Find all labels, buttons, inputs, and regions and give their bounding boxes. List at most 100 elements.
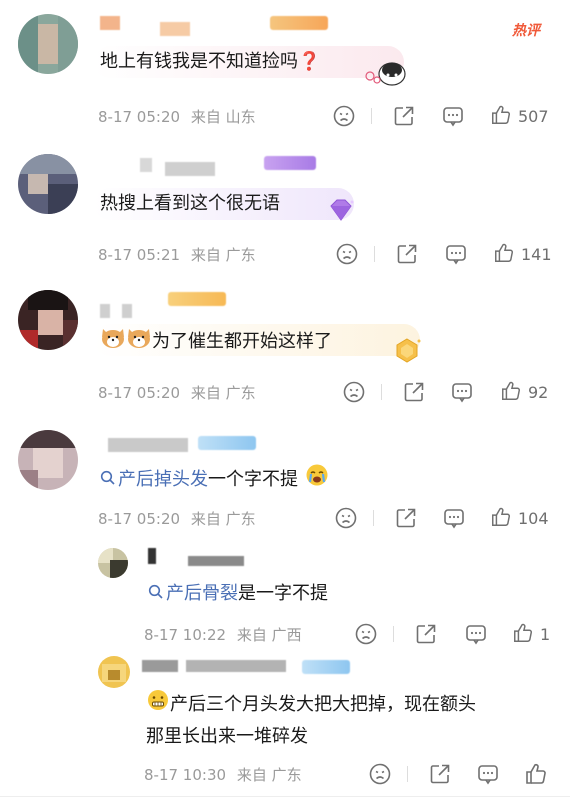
dislike-face-icon[interactable] <box>332 104 356 128</box>
search-icon <box>100 470 116 486</box>
comment-location: 来自 广东 <box>190 384 256 402</box>
thumbs-up-icon <box>490 506 512 528</box>
reply-text: 产后骨裂是一字不提 <box>148 579 328 609</box>
avatar[interactable] <box>18 154 78 214</box>
comment-bubble-icon[interactable] <box>450 380 474 404</box>
search-topic-link[interactable]: 产后掉头发 <box>118 469 208 490</box>
username-blurred[interactable] <box>140 158 152 172</box>
comment-bubble-icon[interactable] <box>444 242 468 266</box>
comment-text-content: 为了催生都开始这样了 <box>152 331 332 352</box>
username-blurred[interactable] <box>108 438 188 452</box>
like-button[interactable]: 141 <box>493 242 552 264</box>
hot-comment-badge: 热评 <box>512 23 540 39</box>
share-icon[interactable] <box>394 506 418 530</box>
reply-text-line1: 产后三个月头发大把大把掉，现在额头 <box>170 694 476 715</box>
dislike-face-icon[interactable] <box>335 242 359 266</box>
avatar[interactable] <box>98 548 128 578</box>
username-blurred[interactable] <box>122 304 132 318</box>
user-badge-blurred <box>168 292 226 306</box>
share-icon[interactable] <box>428 762 452 786</box>
thumbs-up-icon <box>512 622 534 644</box>
like-button[interactable]: 92 <box>500 380 548 402</box>
username-blurred[interactable] <box>186 660 286 672</box>
user-badge-blurred <box>302 660 350 674</box>
user-badge-blurred <box>270 16 328 30</box>
dislike-face-icon[interactable] <box>342 380 366 404</box>
avatar[interactable] <box>18 430 78 490</box>
thumbs-up-icon <box>493 242 515 264</box>
comment-bubble-icon[interactable] <box>442 506 466 530</box>
reply-meta: 8-17 10:22 来自 广西 <box>144 624 302 645</box>
comment-2: 热搜上看到这个很无语 <box>0 140 570 280</box>
reply-time: 8-17 10:30 <box>144 766 227 784</box>
reply-text: 产后三个月头发大把大把掉，现在额头 那里长出来一堆碎发 <box>146 688 546 752</box>
username-blurred[interactable] <box>142 660 178 672</box>
reply-text-content: 是一字不提 <box>238 583 328 604</box>
like-count: 141 <box>521 245 552 264</box>
comment-time: 8-17 05:21 <box>98 246 181 264</box>
comment-text: 热搜上看到这个很无语 <box>100 193 280 214</box>
share-icon[interactable] <box>392 104 416 128</box>
comment-text: 为了催生都开始这样了 <box>100 325 332 359</box>
comment-text-content: 一个字不提 <box>208 469 298 490</box>
dislike-face-icon[interactable] <box>368 762 392 786</box>
dislike-face-icon[interactable] <box>354 622 378 646</box>
like-button[interactable]: 104 <box>490 506 549 528</box>
grimace-emoji-icon <box>146 688 170 722</box>
search-topic-link[interactable]: 产后骨裂 <box>166 583 238 604</box>
like-button[interactable]: 507 <box>490 104 549 126</box>
like-button[interactable]: 1 <box>512 622 550 644</box>
comment-bubble-icon[interactable] <box>464 622 488 646</box>
gold-badge-icon <box>392 336 422 368</box>
share-icon[interactable] <box>395 242 419 266</box>
avatar[interactable] <box>18 290 78 350</box>
thumbs-up-icon <box>500 380 522 402</box>
comment-bubble-icon[interactable] <box>441 104 465 128</box>
username-blurred[interactable] <box>100 304 110 318</box>
avatar[interactable] <box>18 14 78 74</box>
dog-emoji-icon <box>126 325 152 359</box>
dislike-face-icon[interactable] <box>334 506 358 530</box>
username-blurred[interactable] <box>160 22 190 36</box>
divider <box>374 246 375 262</box>
comment-text: 产后掉头发一个字不提 <box>100 463 330 497</box>
sticker-icon <box>362 60 408 88</box>
comment-meta: 8-17 05:20 来自 广东 <box>98 508 256 529</box>
thumbs-up-icon[interactable] <box>524 762 548 786</box>
dog-emoji-icon <box>100 325 126 359</box>
username-blurred[interactable] <box>188 556 244 566</box>
comment-time: 8-17 05:20 <box>98 510 181 528</box>
username-blurred[interactable] <box>100 16 120 30</box>
username-blurred[interactable] <box>148 548 156 564</box>
like-count: 92 <box>528 383 549 402</box>
username-blurred[interactable] <box>165 162 215 176</box>
reply-text-line2: 那里长出来一堆碎发 <box>146 726 308 747</box>
comment-meta: 8-17 05:20 来自 广东 <box>98 382 256 403</box>
reply-time: 8-17 10:22 <box>144 626 227 644</box>
comment-location: 来自 广东 <box>190 510 256 528</box>
comment-time: 8-17 05:20 <box>98 108 181 126</box>
search-icon <box>148 584 164 600</box>
divider <box>371 108 372 124</box>
comment-location: 来自 山东 <box>190 108 256 126</box>
user-badge-blurred <box>264 156 316 170</box>
user-badge-blurred <box>198 436 256 450</box>
share-icon[interactable] <box>402 380 426 404</box>
bottom-divider <box>0 796 570 797</box>
comment-meta: 8-17 05:20 来自 山东 <box>98 106 256 127</box>
reply-location: 来自 广西 <box>236 626 302 644</box>
like-count: 1 <box>540 625 551 644</box>
avatar[interactable] <box>98 656 130 688</box>
comment-text: 地上有钱我是不知道捡吗❓ <box>100 51 321 72</box>
like-count: 507 <box>518 107 549 126</box>
reply-meta: 8-17 10:30 来自 广东 <box>144 764 302 785</box>
divider <box>373 510 374 526</box>
comment-location: 来自 广东 <box>190 246 256 264</box>
diamond-icon <box>326 198 356 228</box>
comment-meta: 8-17 05:21 来自 广东 <box>98 244 256 265</box>
like-count: 104 <box>518 509 549 528</box>
comment-time: 8-17 05:20 <box>98 384 181 402</box>
share-icon[interactable] <box>414 622 438 646</box>
divider <box>407 766 408 782</box>
comment-bubble-icon[interactable] <box>476 762 500 786</box>
